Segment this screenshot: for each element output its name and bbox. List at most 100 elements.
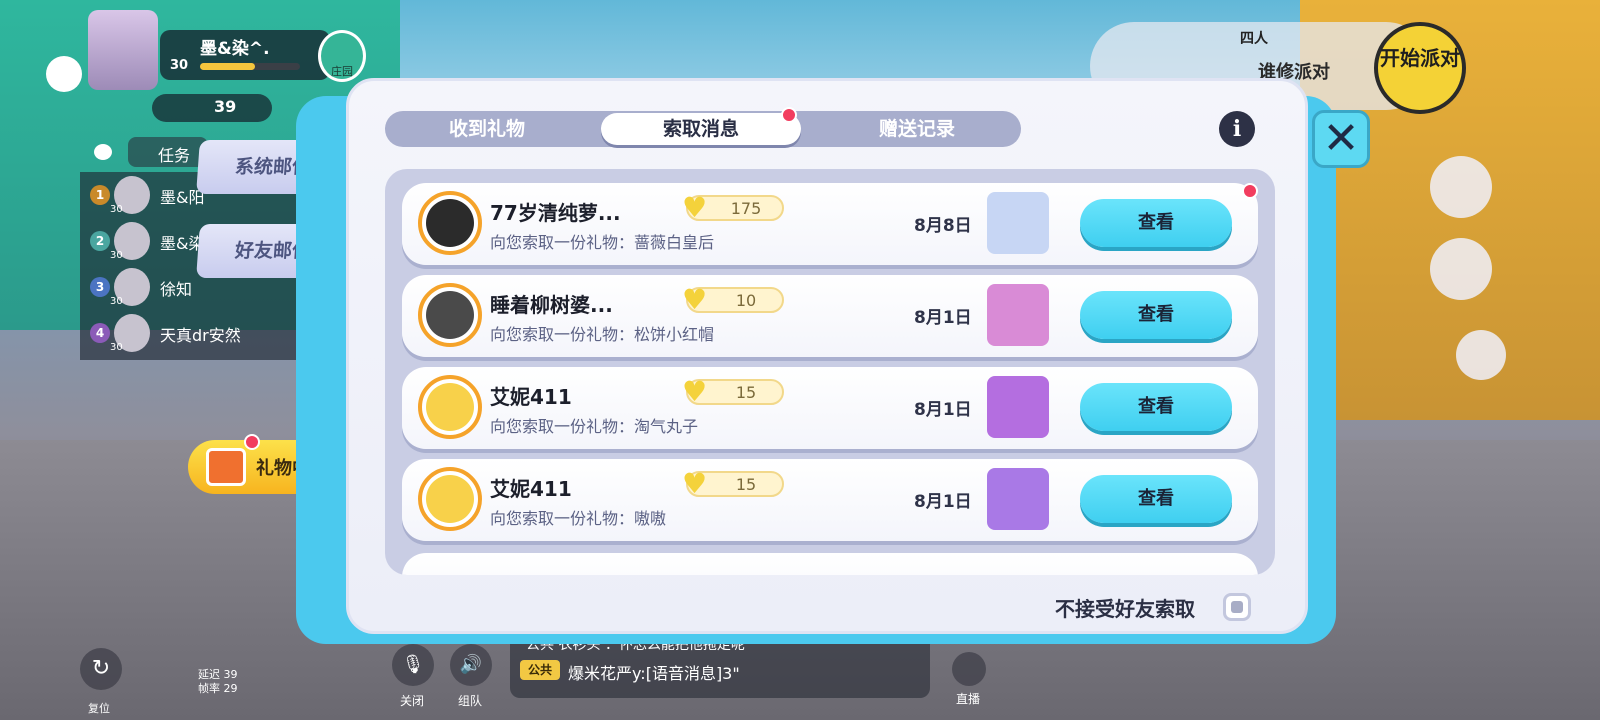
request-description: 向您索取一份礼物：淘气丸子 xyxy=(490,417,699,436)
info-icon: i xyxy=(1232,116,1242,142)
team-voice-button[interactable]: 🔊 xyxy=(450,644,492,686)
reset-button[interactable]: ↻ xyxy=(80,648,122,690)
gift-tabs: 收到礼物 索取消息 赠送记录 xyxy=(385,111,1021,147)
affinity-value: 175 xyxy=(730,199,762,218)
mic-label: 关闭 xyxy=(400,694,425,708)
latency-label: 延迟 xyxy=(198,668,220,681)
rank-name: 天真dr安然 xyxy=(160,326,241,345)
mic-icon: 🎙 xyxy=(401,654,425,675)
rank-name: 徐知 xyxy=(160,280,193,299)
network-stats: 延迟 39 帧率 29 xyxy=(198,668,238,696)
tab-request-messages[interactable]: 索取消息 xyxy=(601,113,801,145)
menu-circle-button[interactable] xyxy=(46,56,82,92)
requester-name: 艾妮411 xyxy=(490,385,572,409)
tab-send-records[interactable]: 赠送记录 xyxy=(817,113,1017,145)
list-item-partial xyxy=(402,553,1258,575)
coin-counter: 39 xyxy=(152,94,272,122)
speaker-icon: 🔊 xyxy=(459,654,483,675)
request-description: 向您索取一份礼物：嗷嗷 xyxy=(490,509,667,528)
affinity-value: 15 xyxy=(735,475,757,494)
close-modal-button[interactable]: ✕ xyxy=(1312,110,1370,168)
rank-level: 30 xyxy=(110,296,123,307)
heart-icon: ♥ xyxy=(682,283,708,316)
request-description: 向您索取一份礼物：松饼小红帽 xyxy=(490,325,715,344)
storage-box-icon[interactable] xyxy=(1430,156,1492,218)
gift-icon xyxy=(206,448,246,486)
requester-avatar[interactable] xyxy=(418,375,482,439)
view-button[interactable]: 查看 xyxy=(1080,383,1232,431)
info-button[interactable]: i xyxy=(1219,111,1255,147)
coin-value: 39 xyxy=(214,97,237,116)
rank-number: 2 xyxy=(90,231,110,251)
request-date: 8月8日 xyxy=(914,216,972,236)
view-button[interactable]: 查看 xyxy=(1080,291,1232,339)
party-size-label: 四人 xyxy=(1240,31,1268,47)
request-card: 艾妮411 ♥ 15 向您索取一份礼物：嗷嗷 8月1日 查看 xyxy=(402,459,1258,541)
refuse-requests-label: 不接受好友索取 xyxy=(1055,597,1195,621)
rank-row[interactable]: 4 30 天真dr安然 xyxy=(80,310,300,356)
latency-value: 39 xyxy=(223,668,238,681)
start-party-button[interactable]: 开始派对 xyxy=(1374,22,1466,114)
tab-request-messages-label: 索取消息 xyxy=(662,118,739,140)
requester-avatar[interactable] xyxy=(418,191,482,255)
affinity-badge: ♥ 15 xyxy=(682,377,784,407)
requester-name: 77岁清纯萝... xyxy=(490,201,621,225)
request-list[interactable]: 艾妮411 ♥ 15 向您索取一份礼物：嗷嗷 8月1日 查看 艾妮411 ♥ 15 向您索取一份礼… xyxy=(385,169,1275,575)
refuse-requests-checkbox[interactable] xyxy=(1223,593,1251,621)
rank-number: 1 xyxy=(90,185,110,205)
manor-label: 庄园 xyxy=(331,65,353,78)
chat-message: 爆米花严y:[语音消息]3" xyxy=(568,664,740,683)
requests-tab-notification-dot xyxy=(781,107,797,123)
emote-icon[interactable] xyxy=(1456,330,1506,380)
red-hood-outfit-icon xyxy=(987,284,1049,346)
team-voice-label: 组队 xyxy=(458,694,483,708)
affinity-badge: ♥ 175 xyxy=(682,193,784,223)
request-card: 77岁清纯萝... ♥ 175 向您索取一份礼物：蔷薇白皇后 8月8日 查看 xyxy=(402,183,1258,265)
heart-icon: ♥ xyxy=(682,191,708,224)
player-level: 30 xyxy=(170,58,189,73)
naughty-dumpling-outfit-icon xyxy=(987,376,1049,438)
requester-avatar[interactable] xyxy=(418,283,482,347)
checkbox-indicator xyxy=(1231,601,1243,613)
xp-bar xyxy=(200,63,300,70)
avatar-image xyxy=(426,199,474,247)
live-stream-button[interactable] xyxy=(952,652,986,686)
affinity-value: 15 xyxy=(735,383,757,402)
live-stream-label: 直播 xyxy=(956,692,981,706)
manor-button[interactable]: 庄园 xyxy=(318,30,366,82)
boat-icon[interactable] xyxy=(1430,238,1492,300)
request-card: 睡着柳树婆... ♥ 10 向您索取一份礼物：松饼小红帽 8月1日 查看 xyxy=(402,275,1258,357)
task-tab[interactable]: 任务 xyxy=(128,137,208,167)
requester-name: 睡着柳树婆... xyxy=(490,293,613,317)
chat-channel-tag: 公共 xyxy=(520,660,560,680)
view-button[interactable]: 查看 xyxy=(1080,475,1232,523)
reset-icon: ↻ xyxy=(91,656,111,681)
heart-icon: ♥ xyxy=(682,467,708,500)
player-avatar[interactable] xyxy=(88,10,158,90)
chat-bubble-icon[interactable] xyxy=(94,144,112,160)
avatar-image xyxy=(426,383,474,431)
avatar-image xyxy=(426,291,474,339)
tab-send-records-label: 赠送记录 xyxy=(878,118,955,140)
rank-level: 30 xyxy=(110,204,123,215)
gift-center-notification-dot xyxy=(244,434,260,450)
tab-received-gifts[interactable]: 收到礼物 xyxy=(387,113,587,145)
tab-received-gifts-label: 收到礼物 xyxy=(448,118,525,140)
fps-label: 帧率 xyxy=(198,682,220,695)
unread-notification-dot xyxy=(1242,183,1258,199)
affinity-badge: ♥ 15 xyxy=(682,469,784,499)
fps-value: 29 xyxy=(223,682,238,695)
close-icon: ✕ xyxy=(1322,113,1360,164)
requester-name: 艾妮411 xyxy=(490,477,572,501)
rank-number: 3 xyxy=(90,277,110,297)
avatar-image xyxy=(426,475,474,523)
reset-label: 复位 xyxy=(88,702,110,715)
mic-button[interactable]: 🎙 xyxy=(392,644,434,686)
view-button[interactable]: 查看 xyxy=(1080,199,1232,247)
request-date: 8月1日 xyxy=(914,492,972,512)
affinity-badge: ♥ 10 xyxy=(682,285,784,315)
task-label: 任务 xyxy=(158,146,191,165)
request-description: 向您索取一份礼物：蔷薇白皇后 xyxy=(490,233,715,252)
requester-avatar[interactable] xyxy=(418,467,482,531)
rose-queen-outfit-icon xyxy=(987,192,1049,254)
